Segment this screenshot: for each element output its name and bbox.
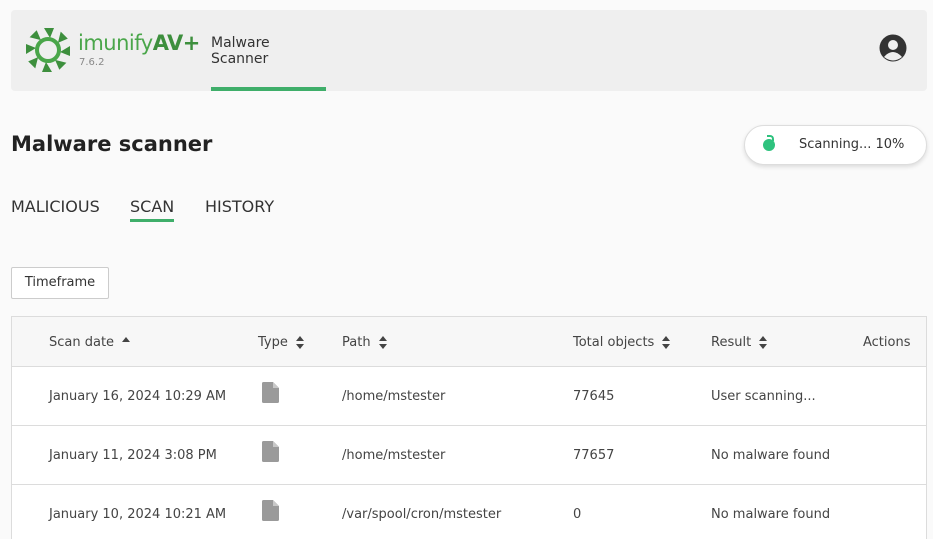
file-icon [262,441,279,462]
scan-status-text: Scanning... 10% [799,137,905,152]
cell-result: No malware found [711,507,831,522]
scan-table: Scan date Type Path Total objects Result… [11,316,927,539]
brand-name: imunifyAV+ [78,33,200,54]
brand-name-suffix: AV+ [152,31,201,55]
col-type[interactable]: Type [258,317,304,367]
nav-tab-malware-scanner[interactable]: Malware Scanner [211,10,326,91]
page-title: Malware scanner [11,132,213,156]
cell-result: No malware found [711,448,831,463]
col-type-label: Type [258,334,288,350]
sort-asc-icon [122,337,131,343]
col-result-label: Result [711,334,752,350]
col-total-objects[interactable]: Total objects [573,317,671,367]
brand: imunifyAV+ 7.6.2 [78,33,200,69]
sort-icon [295,335,304,349]
cell-type [262,485,279,539]
sort-icon [378,335,387,349]
table-row[interactable]: January 16, 2024 10:29 AM /home/mstester… [12,367,926,426]
nav-tab-label: Malware Scanner [211,34,270,67]
col-scan-date-label: Scan date [49,334,115,350]
cell-path: /var/spool/cron/mstester [342,507,502,522]
table-row[interactable]: January 10, 2024 10:21 AM /var/spool/cro… [12,485,926,539]
user-avatar-icon[interactable] [879,34,907,62]
col-path-label: Path [342,334,371,350]
brand-version: 7.6.2 [79,57,105,68]
brand-name-prefix: imunify [78,31,153,55]
cell-total-objects: 0 [573,507,582,522]
table-row[interactable]: January 11, 2024 3:08 PM /home/mstester … [12,426,926,485]
col-actions: Actions [863,334,911,350]
timeframe-button[interactable]: Timeframe [11,267,109,299]
sort-icon [662,335,671,349]
col-result[interactable]: Result [711,317,768,367]
imunify-logo-icon[interactable] [25,27,71,73]
col-scan-date[interactable]: Scan date [49,317,131,367]
file-icon [262,382,279,403]
cell-scan-date: January 16, 2024 10:29 AM [49,389,227,404]
nav-tab-active-indicator [211,87,326,91]
cell-scan-date: January 10, 2024 10:21 AM [49,507,227,522]
sort-icon [759,335,768,349]
cell-path: /home/mstester [342,448,446,463]
cell-type [262,426,279,485]
file-icon [262,500,279,521]
tab-malicious[interactable]: MALICIOUS [11,197,100,225]
tab-scan[interactable]: SCAN [130,197,175,225]
cell-type [262,367,279,426]
col-path[interactable]: Path [342,317,387,367]
tab-history[interactable]: HISTORY [205,197,274,225]
cell-result: User scanning... [711,389,816,404]
table-header: Scan date Type Path Total objects Result… [12,317,926,367]
cell-total-objects: 77645 [573,389,615,404]
top-header: imunifyAV+ 7.6.2 Malware Scanner [11,10,927,91]
cell-scan-date: January 11, 2024 3:08 PM [49,448,217,463]
col-total-objects-label: Total objects [573,334,655,350]
scan-progress-icon [763,135,775,151]
cell-path: /home/mstester [342,389,446,404]
cell-total-objects: 77657 [573,448,615,463]
scan-status-badge[interactable]: Scanning... 10% [744,125,927,165]
